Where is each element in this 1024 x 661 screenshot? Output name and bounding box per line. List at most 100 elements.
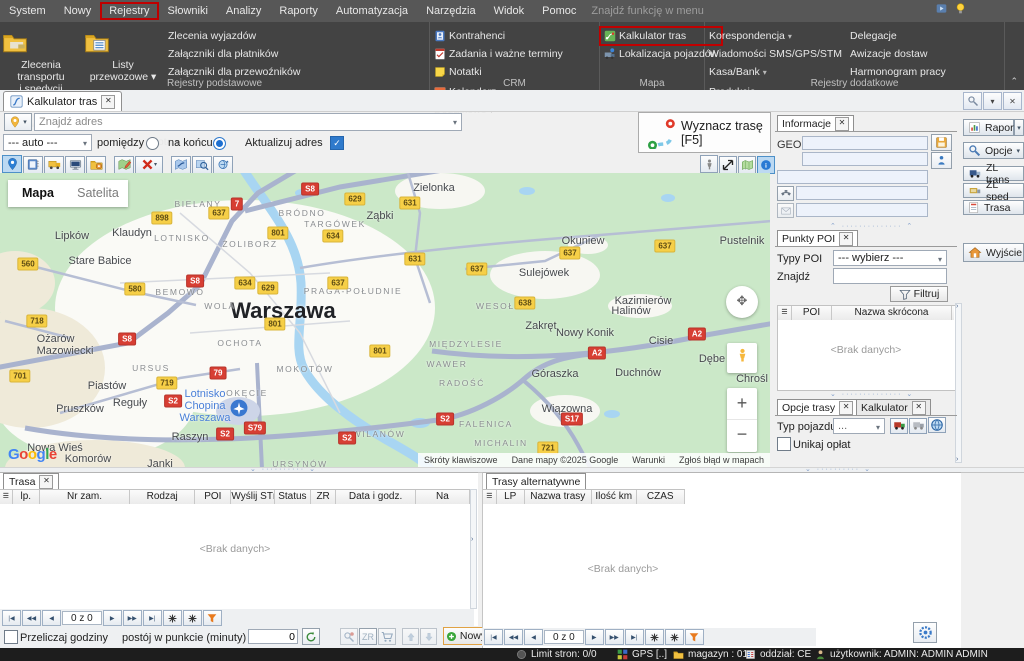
prev-page-button[interactable]: ◀ bbox=[42, 610, 61, 626]
phone-input[interactable] bbox=[796, 186, 928, 200]
last-page-button[interactable]: ▶| bbox=[143, 610, 162, 626]
typ-pojazdu-select[interactable]: ... ▾ bbox=[833, 418, 885, 434]
right-vsplitter[interactable]: ›› bbox=[955, 303, 962, 463]
ribbon-item-lokalizacja-pojazd-w[interactable]: Lokalizacja pojazdów bbox=[600, 45, 722, 63]
ribbon-item-delegacje[interactable]: Delegacje bbox=[846, 27, 950, 45]
column-header-nazwa-trasy[interactable]: Nazwa trasy bbox=[525, 490, 592, 504]
column-header-nazwa-skr-cona[interactable]: Nazwa skrócona bbox=[832, 306, 952, 320]
informacje-close-icon[interactable]: ✕ bbox=[835, 117, 849, 131]
tools-button[interactable] bbox=[963, 92, 982, 110]
menu-item-narzędzia[interactable]: Narzędzia bbox=[417, 2, 485, 20]
poi-splitter[interactable]: ⌄ ·············· ⌄ bbox=[830, 390, 914, 398]
save-geo-button[interactable] bbox=[931, 134, 952, 151]
row-selector-header[interactable]: ☰ bbox=[0, 490, 13, 504]
globe-blue-button[interactable] bbox=[928, 417, 946, 433]
menu-item-pomoc[interactable]: Pomoc bbox=[533, 2, 585, 20]
ribbon-item-zadania-i-wa-ne-terminy[interactable]: Zadania i ważne terminy bbox=[430, 45, 567, 63]
trasa-table-header[interactable]: ☰lp.Nr zam.RodzajPOIWyślij STmStatusZRDa… bbox=[0, 489, 470, 505]
tab-trasy-alternatywne[interactable]: Trasy alternatywne bbox=[486, 473, 586, 490]
bookmark-button[interactable] bbox=[645, 629, 664, 645]
mail-input[interactable] bbox=[796, 203, 928, 217]
name-input[interactable] bbox=[777, 170, 928, 184]
fast-forward-button[interactable]: ▶▶ bbox=[605, 629, 624, 645]
settings-gear-button[interactable] bbox=[913, 622, 937, 643]
person-button[interactable] bbox=[931, 152, 952, 169]
info-splitter[interactable]: ⌃ ·············· ⌃ bbox=[830, 222, 914, 230]
tab-kalkulator[interactable]: Kalkulator ✕ bbox=[856, 399, 931, 416]
menu-item-system[interactable]: System bbox=[0, 2, 55, 20]
first-page-button[interactable]: |◀ bbox=[484, 629, 503, 645]
column-header-wy-lij-stm[interactable]: Wyślij STm bbox=[231, 490, 274, 504]
radio-end[interactable] bbox=[213, 137, 226, 150]
zoom-in-button[interactable]: + bbox=[727, 388, 757, 420]
menu-item-nowy[interactable]: Nowy bbox=[55, 2, 101, 20]
map-pan-control[interactable]: ✥ bbox=[726, 286, 758, 318]
monitor-button[interactable] bbox=[65, 156, 85, 174]
address-pin-button[interactable]: ▾ bbox=[4, 113, 32, 131]
raporty-dropdown-button[interactable]: ▾ bbox=[1014, 119, 1024, 136]
tab-informacje[interactable]: Informacje ✕ bbox=[777, 115, 854, 132]
map-type-satellite[interactable]: Satelita bbox=[68, 180, 128, 207]
column-header-lp-[interactable]: lp. bbox=[13, 490, 40, 504]
column-header-poi[interactable]: POI bbox=[792, 306, 832, 320]
column-header-rodzaj[interactable]: Rodzaj bbox=[130, 490, 195, 504]
znajdz-input[interactable] bbox=[833, 268, 947, 284]
address-search-input[interactable]: Znajdź adres ▾ bbox=[34, 113, 462, 131]
pin-button[interactable] bbox=[2, 155, 22, 173]
tab-kalkulator-tras[interactable]: Kalkulator tras ✕ bbox=[3, 91, 122, 111]
filter-row-button[interactable] bbox=[685, 629, 704, 645]
truck-gray-button[interactable] bbox=[909, 418, 927, 434]
menu-item-słowniki[interactable]: Słowniki bbox=[159, 2, 217, 20]
menu-search-hint[interactable]: Znajdź funkcję w menu bbox=[591, 5, 704, 17]
tab-dropdown-button[interactable]: ▾ bbox=[983, 92, 1002, 110]
unikaj-oplat-checkbox[interactable] bbox=[777, 437, 791, 451]
last-page-button[interactable]: ▶| bbox=[625, 629, 644, 645]
map-edit-button[interactable] bbox=[114, 156, 134, 174]
przeliczaj-checkbox[interactable] bbox=[4, 630, 18, 644]
ribbon-item-zlecenia-wyjazd-w[interactable]: Zlecenia wyjazdów bbox=[164, 27, 304, 45]
filter-button[interactable]: Filtruj bbox=[890, 286, 948, 302]
column-header-czas[interactable]: CZAS bbox=[637, 490, 686, 504]
attribution-item[interactable]: Skróty klawiszowe bbox=[424, 455, 498, 465]
column-header-ilo-km[interactable]: Ilość km bbox=[592, 490, 637, 504]
menu-item-analizy[interactable]: Analizy bbox=[217, 2, 270, 20]
attribution-item[interactable]: Zgłoś błąd w mapach bbox=[679, 455, 764, 465]
column-header-zr[interactable]: ZR bbox=[311, 490, 336, 504]
ribbon-item-kontrahenci[interactable]: Kontrahenci bbox=[430, 27, 567, 45]
truck-red-button[interactable] bbox=[890, 418, 908, 434]
opcje-trasy-close-icon[interactable]: ✕ bbox=[839, 401, 853, 415]
trasa-button[interactable]: Trasa bbox=[963, 200, 1024, 215]
expand-arrows-button[interactable] bbox=[719, 156, 737, 174]
first-page-button[interactable]: |◀ bbox=[2, 610, 21, 626]
move-down-button[interactable] bbox=[420, 628, 437, 645]
ribbon-item-kalkulator-tras[interactable]: Kalkulator tras bbox=[600, 27, 722, 45]
menu-item-automatyzacja[interactable]: Automatyzacja bbox=[327, 2, 417, 20]
next-page-button[interactable]: ▶ bbox=[103, 610, 122, 626]
update-address-checkbox[interactable]: ✓ bbox=[330, 136, 344, 150]
alt-table-header[interactable]: ☰LPNazwa trasyIlość kmCZAS bbox=[483, 489, 685, 505]
map-type-map[interactable]: Mapa bbox=[8, 180, 68, 207]
fast-back-button[interactable]: ◀◀ bbox=[504, 629, 523, 645]
attribution-item[interactable]: Warunki bbox=[632, 455, 665, 465]
minimap-button[interactable] bbox=[738, 156, 756, 174]
zl-sped-button[interactable]: ZL sped bbox=[963, 183, 1024, 198]
move-up-button[interactable] bbox=[402, 628, 419, 645]
route-map-button[interactable] bbox=[171, 156, 191, 174]
next-page-button[interactable]: ▶ bbox=[585, 629, 604, 645]
fast-back-button[interactable]: ◀◀ bbox=[22, 610, 41, 626]
tab-close-icon[interactable]: ✕ bbox=[101, 95, 115, 109]
info-button[interactable]: i bbox=[757, 156, 775, 174]
refresh-button[interactable] bbox=[302, 628, 320, 645]
address2-input[interactable] bbox=[802, 152, 928, 166]
column-header-data-i-godz-[interactable]: Data i godz. bbox=[336, 490, 415, 504]
column-header-lp[interactable]: LP bbox=[497, 490, 525, 504]
tab-opcje-trasy[interactable]: Opcje trasy ✕ bbox=[777, 399, 858, 416]
auto-mode-select[interactable]: --- auto --- ▾ bbox=[3, 134, 92, 151]
filter-row-button[interactable] bbox=[203, 610, 222, 626]
poi-table-header[interactable]: ☰POINazwa skrócona bbox=[778, 306, 954, 321]
bookmark2-button[interactable] bbox=[183, 610, 202, 626]
kalkulator-close-icon[interactable]: ✕ bbox=[912, 401, 926, 415]
radio-between[interactable] bbox=[146, 137, 159, 150]
folder-gear-button[interactable] bbox=[86, 156, 106, 174]
wyj-cie-button[interactable]: Wyjście bbox=[963, 243, 1024, 262]
